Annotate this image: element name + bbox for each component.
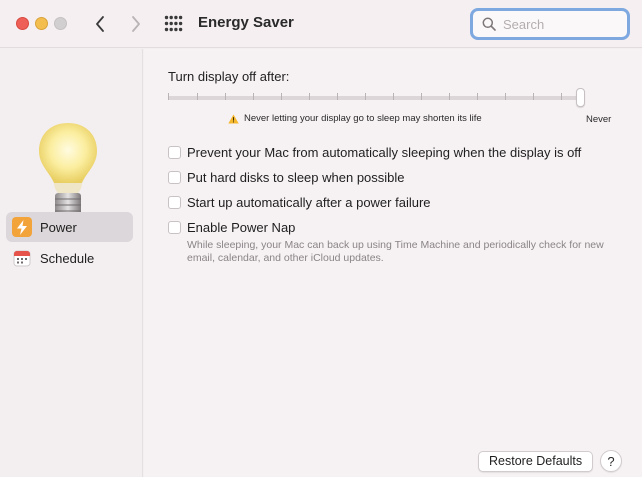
auto-start-checkbox[interactable] xyxy=(168,196,181,209)
display-sleep-slider-track[interactable] xyxy=(168,96,581,100)
search-icon xyxy=(482,17,496,31)
energy-saver-window: Energy Saver Search Power Schedule Turn … xyxy=(0,0,642,477)
slider-tick xyxy=(168,93,169,100)
slider-tick xyxy=(561,93,562,100)
prevent-sleep-checkbox[interactable] xyxy=(168,146,181,159)
hard-disk-sleep-checkbox[interactable] xyxy=(168,171,181,184)
power-nap-label: Enable Power Nap xyxy=(187,220,296,235)
minimize-window-button[interactable] xyxy=(35,17,48,30)
title-bar: Energy Saver Search xyxy=(0,0,642,48)
slider-tick xyxy=(421,93,422,100)
slider-tick xyxy=(309,93,310,100)
search-placeholder: Search xyxy=(503,17,545,32)
slider-tick xyxy=(477,93,478,100)
power-bolt-icon xyxy=(12,217,32,237)
search-field[interactable]: Search xyxy=(470,8,630,40)
auto-start-option[interactable]: Start up automatically after a power fai… xyxy=(168,195,431,210)
back-button[interactable] xyxy=(90,12,110,36)
slider-tick xyxy=(393,93,394,100)
sidebar-item-label: Schedule xyxy=(40,250,95,266)
sidebar-item-schedule[interactable]: Schedule xyxy=(6,243,133,273)
sidebar: Power Schedule xyxy=(0,49,143,477)
window-title: Energy Saver xyxy=(198,14,294,31)
slider-tick xyxy=(225,93,226,100)
slider-tick xyxy=(505,93,506,100)
slider-tick xyxy=(365,93,366,100)
display-off-label: Turn display off after: xyxy=(168,69,290,84)
slider-tick xyxy=(253,93,254,100)
slider-tick xyxy=(337,93,338,100)
power-nap-description: While sleeping, your Mac can back up usi… xyxy=(187,239,604,264)
prevent-sleep-option[interactable]: Prevent your Mac from automatically slee… xyxy=(168,145,581,160)
hard-disk-sleep-option[interactable]: Put hard disks to sleep when possible xyxy=(168,170,405,185)
close-window-button[interactable] xyxy=(16,17,29,30)
restore-defaults-button[interactable]: Restore Defaults xyxy=(478,451,594,472)
sidebar-item-label: Power xyxy=(40,219,77,235)
auto-start-label: Start up automatically after a power fai… xyxy=(187,195,431,210)
help-button[interactable]: ? xyxy=(600,450,622,472)
warning-icon xyxy=(228,114,239,123)
forward-button[interactable] xyxy=(126,12,146,36)
power-nap-option[interactable]: Enable Power Nap xyxy=(168,220,295,235)
chevron-right-icon xyxy=(132,16,140,32)
power-nap-checkbox[interactable] xyxy=(168,221,181,234)
show-all-grid-icon[interactable] xyxy=(164,15,183,32)
zoom-window-button[interactable] xyxy=(54,17,67,30)
chevron-left-icon xyxy=(96,16,104,32)
hard-disk-sleep-label: Put hard disks to sleep when possible xyxy=(187,170,405,185)
slider-tick xyxy=(281,93,282,100)
display-sleep-slider-thumb[interactable] xyxy=(576,88,585,107)
slider-tick xyxy=(449,93,450,100)
slider-never-label: Never xyxy=(586,114,612,125)
prevent-sleep-label: Prevent your Mac from automatically slee… xyxy=(187,145,582,160)
warning-text: Never letting your display go to sleep m… xyxy=(244,113,482,124)
slider-warning: Never letting your display go to sleep m… xyxy=(228,113,482,124)
slider-tick xyxy=(197,93,198,100)
calendar-icon xyxy=(12,248,32,268)
sidebar-item-power[interactable]: Power xyxy=(6,212,133,242)
slider-tick xyxy=(533,93,534,100)
main-panel: Turn display off after: Never letting yo… xyxy=(144,49,642,477)
